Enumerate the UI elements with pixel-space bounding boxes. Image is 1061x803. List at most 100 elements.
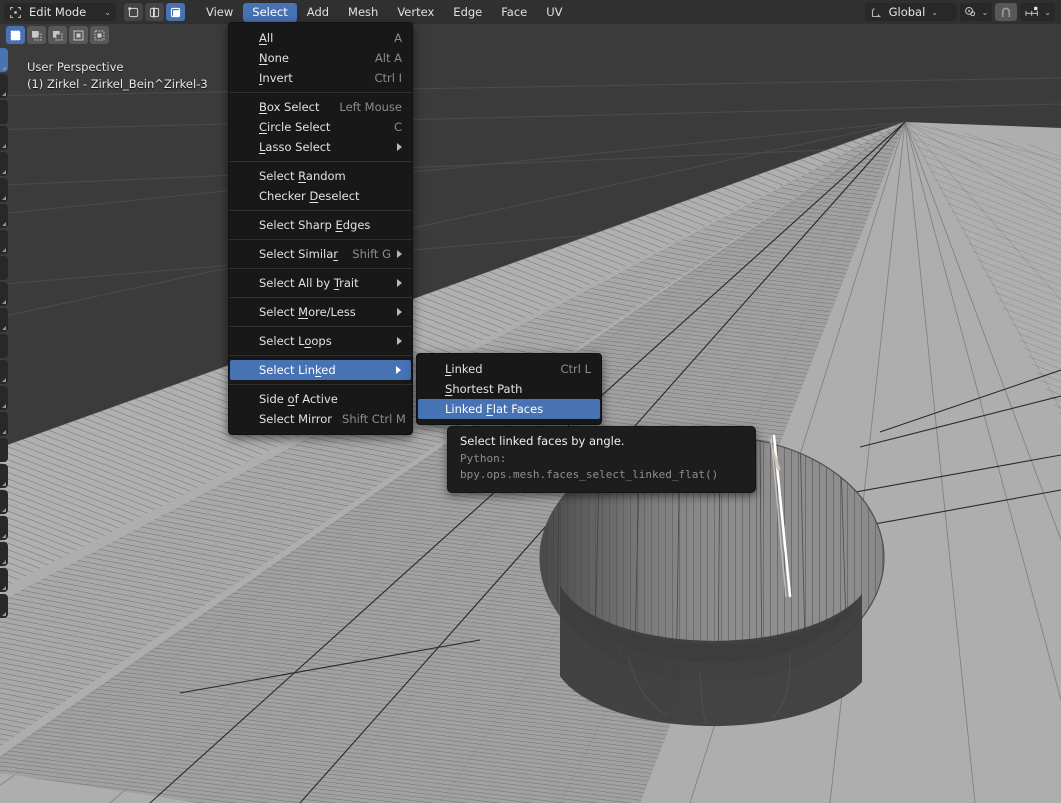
menu-separator (229, 384, 412, 385)
tooltip-python-path: Python: bpy.ops.mesh.faces_select_linked… (460, 451, 743, 483)
mesh-select-mode-group[interactable] (124, 3, 185, 21)
toolbar-item-rotate-tool[interactable] (0, 152, 8, 176)
submenu-item-shortest-path[interactable]: Shortest Path (417, 379, 601, 399)
menu-separator (229, 210, 412, 211)
toolbar-item-cursor-tool[interactable] (0, 100, 8, 124)
mode-selector-label: Edit Mode (29, 5, 87, 19)
toolbar-item-smooth-tool[interactable] (0, 490, 8, 514)
menu-item-select-loops[interactable]: Select Loops (229, 331, 412, 351)
header-right-controls: Global ⌄ ⌄ ⌄ (864, 3, 1057, 21)
snap-magnet-toggle[interactable] (995, 3, 1018, 21)
menu-item-label: Shortest Path (445, 382, 523, 396)
viewport-header: Edit Mode ⌄ View Select Add Mesh Vertex … (0, 0, 1061, 24)
menu-item-label: Linked (445, 362, 483, 376)
tool-expand-corner-icon (2, 248, 6, 252)
menu-separator (229, 326, 412, 327)
menu-item-select-all-by-trait[interactable]: Select All by Trait (229, 273, 412, 293)
menu-mesh[interactable]: Mesh (339, 3, 387, 22)
toolbar-item-loop-cut-tool[interactable] (0, 386, 8, 410)
toolbar-item-select-box-tool[interactable] (0, 74, 8, 98)
menu-item-circle-select[interactable]: Circle Select C (229, 117, 412, 137)
toolbar-item-tweak-tool[interactable] (0, 48, 8, 72)
viewport-toolbar[interactable] (0, 48, 8, 618)
select-extend-icon (32, 30, 42, 40)
snap-target-dropdown[interactable]: ⌄ (1020, 3, 1055, 21)
tooltip-description: Select linked faces by angle. (460, 434, 625, 448)
toolbar-item-scale-tool[interactable] (0, 178, 8, 202)
menu-face[interactable]: Face (492, 3, 536, 22)
menu-item-select-linked[interactable]: Select Linked (230, 360, 411, 380)
vertex-select-mode-button[interactable] (124, 3, 143, 21)
toolbar-item-add-cube-tool[interactable] (0, 282, 8, 306)
menu-item-label: Linked Flat Faces (445, 402, 544, 416)
menu-item-label: Select Mirror (259, 412, 333, 426)
menu-separator (229, 297, 412, 298)
toolbar-item-annotate-tool[interactable] (0, 230, 8, 254)
toolbar-item-knife-tool[interactable] (0, 412, 8, 436)
submenu-item-linked-flat-faces[interactable]: Linked Flat Faces (418, 399, 600, 419)
tool-expand-corner-icon (2, 326, 6, 330)
tool-expand-corner-icon (2, 612, 6, 616)
menu-edge[interactable]: Edge (444, 3, 491, 22)
menu-item-label: Select Linked (259, 363, 336, 377)
menu-item-side-of-active[interactable]: Side of Active (229, 389, 412, 409)
toolbar-item-measure-tool[interactable] (0, 256, 8, 280)
select-mode-invert-button[interactable] (69, 26, 88, 44)
menu-select[interactable]: Select (243, 2, 297, 22)
menu-uv[interactable]: UV (537, 3, 571, 22)
face-select-mode-button[interactable] (166, 3, 185, 21)
edge-mode-icon (149, 7, 160, 17)
menu-item-label: Select Loops (259, 334, 332, 348)
menu-item-label: Box Select (259, 100, 320, 114)
menu-item-all[interactable]: All A (229, 28, 412, 48)
menu-item-select-mirror[interactable]: Select Mirror Shift Ctrl M (229, 409, 412, 429)
select-mode-extend-button[interactable] (27, 26, 46, 44)
menu-vertex[interactable]: Vertex (388, 3, 443, 22)
toolbar-item-rip-region-tool[interactable] (0, 594, 8, 618)
toolbar-item-edge-slide-tool[interactable] (0, 516, 8, 540)
toolbar-item-extrude-region-tool[interactable] (0, 308, 8, 332)
toolbar-item-move-tool[interactable] (0, 126, 8, 150)
menu-item-select-similar[interactable]: Select Similar Shift G (229, 244, 412, 264)
menu-separator (229, 239, 412, 240)
transform-orientation-label: Global (888, 5, 926, 19)
menu-item-select-random[interactable]: Select Random (229, 166, 412, 186)
submenu-item-linked[interactable]: Linked Ctrl L (417, 359, 601, 379)
toolbar-item-bevel-tool[interactable] (0, 360, 8, 384)
menu-item-checker-deselect[interactable]: Checker Deselect (229, 186, 412, 206)
toolbar-item-inset-faces-tool[interactable] (0, 334, 8, 358)
mode-selector-dropdown[interactable]: Edit Mode ⌄ (4, 3, 116, 21)
menu-item-select-sharp-edges[interactable]: Select Sharp Edges (229, 215, 412, 235)
menu-separator (229, 268, 412, 269)
select-mode-intersect-button[interactable] (90, 26, 109, 44)
menu-item-label: Select All by Trait (259, 276, 359, 290)
tool-expand-corner-icon (2, 66, 6, 70)
menu-item-select-more-less[interactable]: Select More/Less (229, 302, 412, 322)
menu-add[interactable]: Add (298, 3, 338, 22)
select-mode-set-button[interactable] (6, 26, 25, 44)
select-menu-dropdown[interactable]: All A None Alt A Invert Ctrl I Box Selec… (228, 22, 413, 435)
select-tool-mode-group[interactable] (6, 26, 109, 44)
select-mode-subtract-button[interactable] (48, 26, 67, 44)
tool-expand-corner-icon (2, 222, 6, 226)
select-linked-submenu[interactable]: Linked Ctrl L Shortest Path Linked Flat … (416, 353, 602, 425)
toolbar-item-shrink-fatten-tool[interactable] (0, 542, 8, 566)
pivot-point-dropdown[interactable]: ⌄ (959, 3, 993, 21)
chevron-down-icon: ⌄ (1044, 7, 1051, 17)
menu-item-box-select[interactable]: Box Select Left Mouse (229, 97, 412, 117)
viewport-menubar[interactable]: View Select Add Mesh Vertex Edge Face UV (197, 2, 572, 22)
toolbar-item-poly-build-tool[interactable] (0, 438, 8, 462)
tool-expand-corner-icon (2, 300, 6, 304)
menu-view[interactable]: View (197, 3, 242, 22)
menu-item-invert[interactable]: Invert Ctrl I (229, 68, 412, 88)
menu-item-lasso-select[interactable]: Lasso Select (229, 137, 412, 157)
toolbar-item-spin-tool[interactable] (0, 464, 8, 488)
toolbar-item-shear-tool[interactable] (0, 568, 8, 592)
tool-expand-corner-icon (2, 586, 6, 590)
edge-select-mode-button[interactable] (145, 3, 164, 21)
orientation-axis-icon (871, 7, 881, 17)
submenu-arrow-icon (397, 337, 402, 345)
transform-orientation-dropdown[interactable]: Global ⌄ (864, 3, 957, 21)
toolbar-item-transform-tool[interactable] (0, 204, 8, 228)
menu-item-none[interactable]: None Alt A (229, 48, 412, 68)
